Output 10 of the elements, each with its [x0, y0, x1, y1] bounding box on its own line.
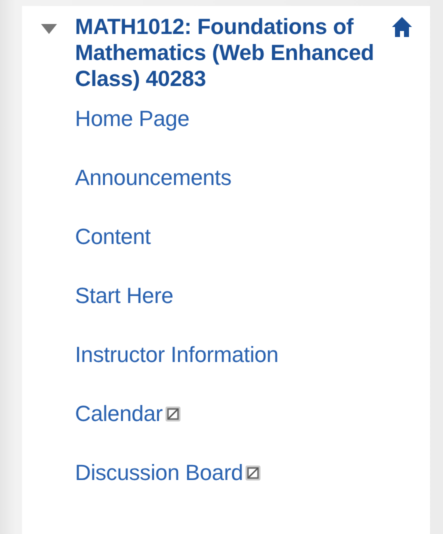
home-icon[interactable]: [391, 16, 413, 38]
course-title[interactable]: MATH1012: Foundations of Mathematics (Web Enhanced Class) 40283: [75, 14, 387, 92]
menu-link[interactable]: Discussion Board: [75, 459, 243, 487]
menu-link[interactable]: Content: [75, 223, 151, 251]
menu-link[interactable]: Instructor Information: [75, 341, 278, 369]
menu-link[interactable]: Calendar: [75, 400, 163, 428]
collapse-arrow-icon[interactable]: [40, 23, 58, 35]
menu-link[interactable]: Announcements: [75, 164, 232, 192]
menu-link[interactable]: Home Page: [75, 105, 190, 133]
menu-link[interactable]: Start Here: [75, 282, 174, 310]
